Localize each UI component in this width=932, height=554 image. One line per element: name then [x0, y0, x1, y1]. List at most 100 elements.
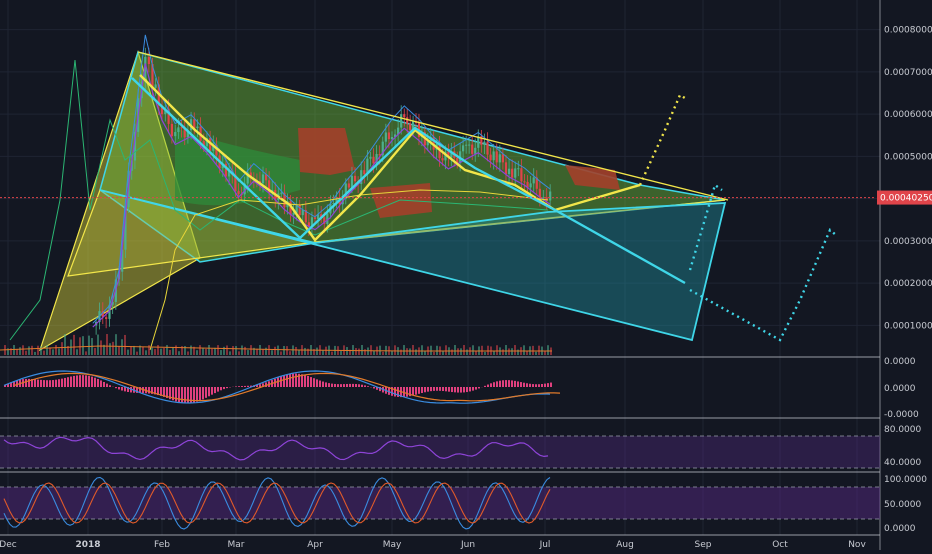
- volume-bar: [265, 348, 267, 355]
- macd-hist-bar: [238, 386, 240, 387]
- volume-bar: [61, 342, 63, 355]
- volume-bar: [37, 346, 39, 355]
- macd-hist-bar: [289, 374, 291, 387]
- macd-hist-bar: [487, 385, 489, 387]
- volume-bar: [526, 351, 528, 355]
- macd-hist-bar: [418, 387, 420, 394]
- macd-hist-bar: [346, 384, 348, 387]
- volume-bar: [163, 348, 165, 355]
- macd-hist-bar: [469, 387, 471, 391]
- volume-bar: [172, 347, 174, 355]
- time-tick: Jul: [539, 540, 551, 550]
- macd-hist-bar: [439, 387, 441, 391]
- volume-bar: [112, 342, 114, 355]
- macd-hist-bar: [319, 381, 321, 387]
- macd-hist-bar: [103, 382, 105, 387]
- time-tick: Mar: [228, 540, 245, 550]
- macd-hist-bar: [178, 387, 180, 402]
- volume-bar: [466, 349, 468, 355]
- volume-bar: [436, 346, 438, 355]
- rsi-pane[interactable]: [0, 436, 880, 468]
- volume-bar: [187, 351, 189, 355]
- volume-bar: [409, 348, 411, 355]
- stoch-tick-0: 0.0000: [884, 524, 916, 534]
- macd-hist-bar: [148, 387, 150, 394]
- volume-bar: [538, 346, 540, 355]
- macd-hist-bar: [118, 387, 120, 389]
- macd-hist-bar: [343, 384, 345, 387]
- volume-bar: [502, 349, 504, 355]
- volume-bar: [268, 345, 270, 355]
- macd-hist-bar: [34, 379, 36, 387]
- volume-bar: [151, 348, 153, 355]
- macd-hist-bar: [295, 374, 297, 387]
- time-tick: May: [383, 540, 402, 550]
- volume-bar: [460, 348, 462, 355]
- volume-bar: [220, 350, 222, 355]
- macd-hist-bar: [109, 385, 111, 387]
- macd-hist-bar: [55, 380, 57, 387]
- macd-hist-bar: [535, 384, 537, 387]
- volume-bar: [412, 345, 414, 355]
- macd-hist-bar: [85, 375, 87, 387]
- macd-hist-bar: [67, 377, 69, 387]
- macd-hist-bar: [64, 378, 66, 387]
- volume-bar: [271, 350, 273, 355]
- price-tick: 0.00080000: [884, 26, 932, 36]
- macd-hist-bar: [70, 377, 72, 387]
- macd-hist-bar: [523, 383, 525, 387]
- macd-axis: 0.0000 0.0000 -0.0000: [884, 357, 919, 420]
- macd-hist-bar: [337, 384, 339, 387]
- macd-hist-bar: [454, 387, 456, 392]
- time-tick: Feb: [154, 540, 170, 550]
- volume-bar: [547, 345, 549, 355]
- macd-hist-bar: [433, 387, 435, 391]
- time-tick: Nov: [848, 540, 866, 550]
- macd-hist-bar: [286, 375, 288, 387]
- macd-hist-bar: [301, 374, 303, 387]
- macd-hist-bar: [208, 387, 210, 396]
- volume-bar: [16, 350, 18, 355]
- volume-bar: [73, 335, 75, 355]
- volume-bar: [361, 345, 363, 355]
- macd-tick-3: -0.0000: [884, 410, 919, 420]
- volume-bar: [316, 348, 318, 355]
- volume-bar: [277, 346, 279, 355]
- macd-hist-bar: [550, 383, 552, 387]
- chart-canvas[interactable]: 0.000800000.000700000.000600000.00050000…: [0, 0, 932, 550]
- volume-bar: [133, 346, 135, 355]
- macd-hist-bar: [220, 387, 222, 390]
- macd-hist-bar: [259, 384, 261, 387]
- macd-hist-bar: [52, 380, 54, 387]
- volume-bar: [283, 346, 285, 355]
- volume-bar: [331, 352, 333, 355]
- volume-bar: [190, 346, 192, 355]
- volume-bar: [202, 348, 204, 355]
- macd-hist-bar: [427, 387, 429, 392]
- volume-bar: [31, 346, 33, 355]
- volume-bar: [208, 345, 210, 355]
- macd-hist-bar: [490, 383, 492, 387]
- volume-bar: [508, 348, 510, 355]
- volume-bar: [496, 345, 498, 355]
- volume-bar: [97, 335, 99, 355]
- macd-hist-bar: [40, 380, 42, 387]
- volume-bar: [391, 351, 393, 355]
- volume-bar: [217, 345, 219, 355]
- price-tick: 0.00060000: [884, 110, 932, 120]
- volume-bar: [100, 340, 102, 355]
- macd-hist-bar: [424, 387, 426, 392]
- volume-bar: [52, 349, 54, 355]
- volume-bar: [370, 345, 372, 355]
- volume-bar: [205, 349, 207, 355]
- macd-hist-bar: [304, 375, 306, 387]
- volume-bar: [166, 345, 168, 355]
- volume-bar: [55, 345, 57, 355]
- volume-bar: [232, 346, 234, 355]
- rsi-tick-80: 80.0000: [884, 425, 921, 435]
- volume-bar: [247, 350, 249, 355]
- macd-hist-bar: [94, 378, 96, 387]
- volume-bar: [403, 345, 405, 355]
- volume-bar: [451, 349, 453, 355]
- macd-hist-bar: [514, 381, 516, 387]
